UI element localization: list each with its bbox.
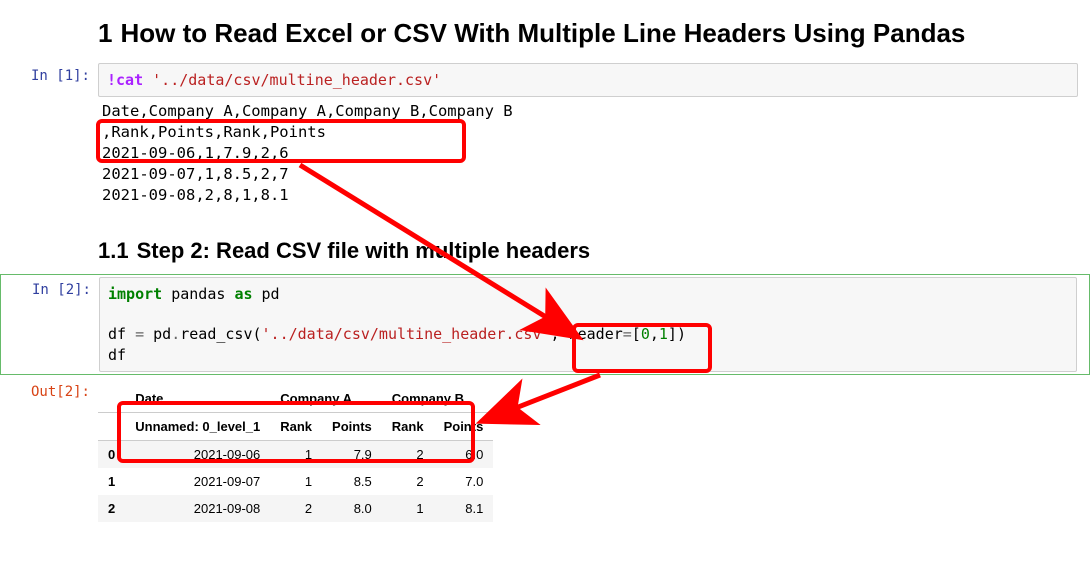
heading-2: 1.1 Step 2: Read CSV file with multiple h… <box>98 238 1078 264</box>
code-cell-2[interactable]: import pandas as pd df = pd.read_csv('..… <box>99 277 1077 372</box>
table-row: 1 2021-09-07 1 8.5 2 7.0 <box>98 468 493 495</box>
cell-1-output: Date,Company A,Company A,Company B,Compa… <box>98 97 1078 206</box>
output-dataframe: Date Company A Company B Unnamed: 0_leve… <box>98 385 493 522</box>
table-row: 0 2021-09-06 1 7.9 2 6.0 <box>98 440 493 468</box>
heading-1-num: 1 <box>98 18 112 48</box>
prompt-in-1: In [1]: <box>0 63 98 84</box>
bang-cat: !cat <box>107 71 152 89</box>
table-header-sub: Unnamed: 0_level_1 Rank Points Rank Poin… <box>98 412 493 440</box>
prompt-in-2: In [2]: <box>1 277 99 298</box>
heading-1-text: How to Read Excel or CSV With Multiple L… <box>120 18 965 48</box>
code-cell-1[interactable]: !cat '../data/csv/multine_header.csv' <box>98 63 1078 97</box>
heading-2-num: 1.1 <box>98 238 129 263</box>
heading-1: 1 How to Read Excel or CSV With Multiple … <box>98 18 1078 49</box>
cat-path: '../data/csv/multine_header.csv' <box>152 71 441 89</box>
table-header-top: Date Company A Company B <box>98 385 493 413</box>
prompt-out-2: Out[2]: <box>0 379 98 400</box>
table-row: 2 2021-09-08 2 8.0 1 8.1 <box>98 495 493 522</box>
heading-2-text: Step 2: Read CSV file with multiple head… <box>137 238 591 263</box>
selected-cell: In [2]: import pandas as pd df = pd.read… <box>0 274 1090 375</box>
